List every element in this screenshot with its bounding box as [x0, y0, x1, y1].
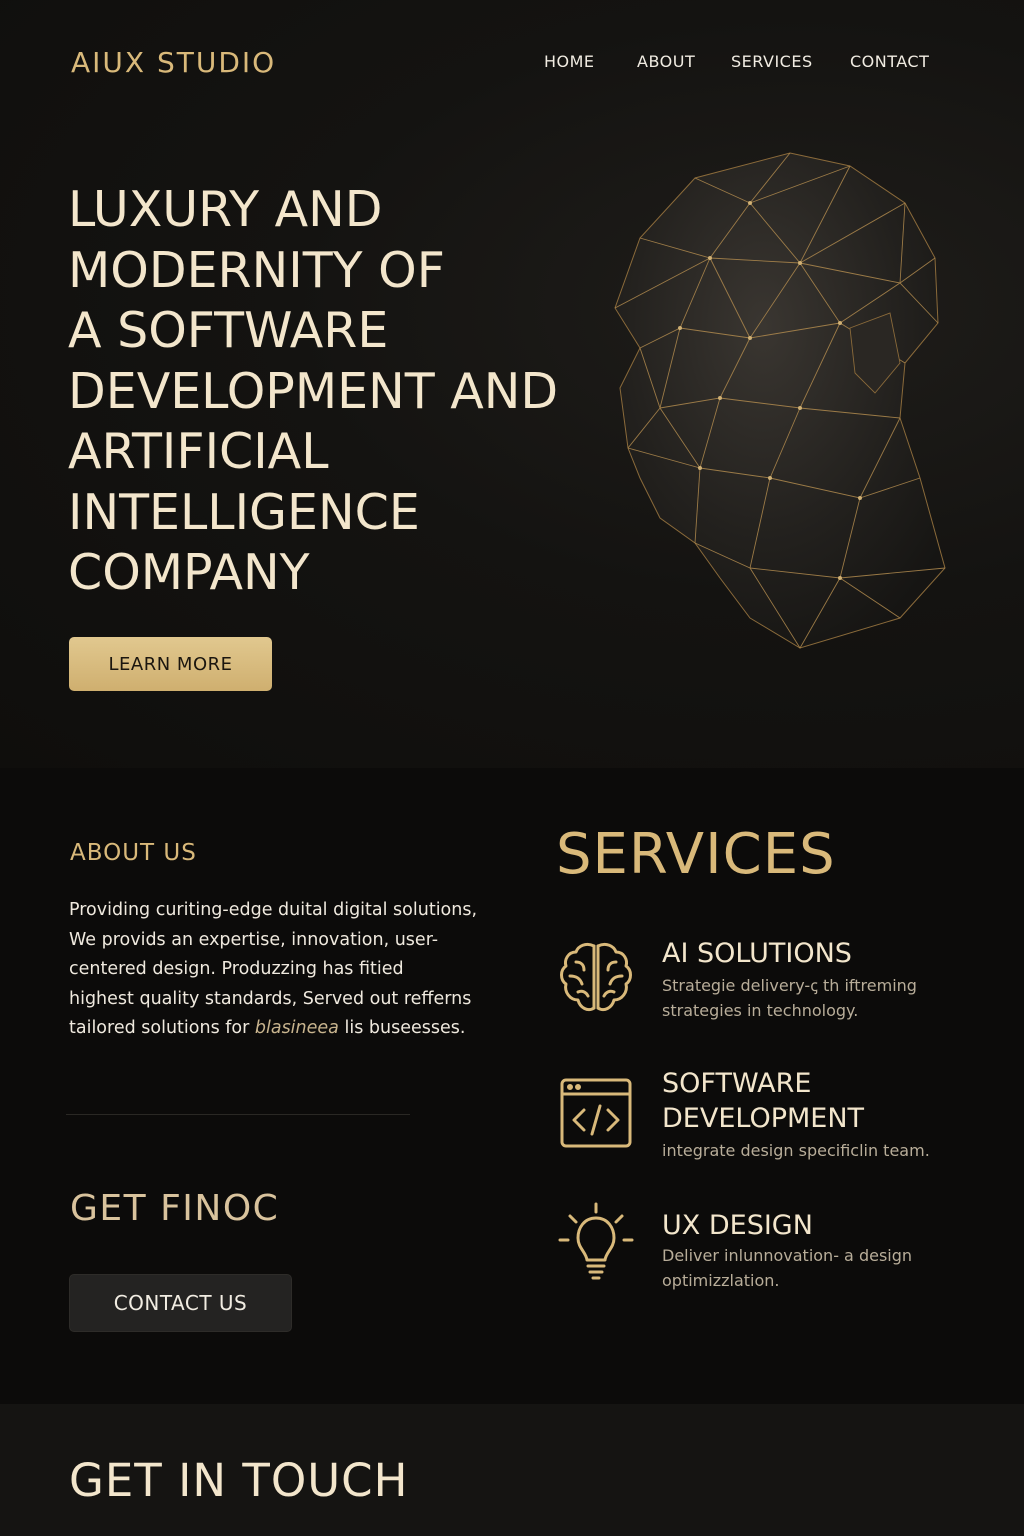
service-desc-line: strategies in technology.	[662, 1001, 859, 1020]
service-title-line: AI SOLUTIONS	[662, 938, 852, 969]
service-desc-line: Strategie delivery-ꞔ th iftreming	[662, 976, 917, 995]
service-ux-design[interactable]: UX DESIGN Deliver inlunnovation- a desig…	[556, 1202, 976, 1298]
service-desc-line: Deliver inlunnovation- a design	[662, 1246, 913, 1265]
main-nav: HOME ABOUT SERVICES CONTACT	[0, 52, 1024, 76]
brain-icon	[560, 942, 632, 1012]
headline-line: MODERNITY OF	[68, 241, 445, 299]
low-poly-head-illustration	[614, 152, 946, 649]
service-description: integrate design specificlin team.	[662, 1138, 962, 1163]
service-title: UX DESIGN	[662, 1208, 982, 1243]
service-title: AI SOLUTIONS	[662, 936, 982, 971]
service-title-line: UX DESIGN	[662, 1210, 813, 1241]
headline-line: ARTIFICIAL	[68, 423, 329, 480]
about-line: Providing curiting-edge duital digital s…	[69, 900, 478, 920]
about-text: Providing curiting-edge duital digital s…	[69, 896, 499, 1044]
learn-more-button[interactable]: LEARN MORE	[69, 637, 272, 691]
about-line: We provids an expertise, innovation, use…	[69, 929, 439, 950]
service-description: Deliver inlunnovation- a design optimizz…	[662, 1243, 962, 1293]
headline-line: LUXURY AND	[68, 181, 383, 238]
nav-services[interactable]: SERVICES	[731, 52, 813, 71]
service-desc-line: optimizzlation.	[662, 1271, 780, 1290]
about-line: tailored solutions for blasineea lis bus…	[69, 1014, 499, 1044]
nav-home[interactable]: HOME	[544, 52, 595, 71]
nav-about[interactable]: ABOUT	[637, 52, 695, 71]
nav-contact[interactable]: CONTACT	[850, 52, 929, 71]
divider	[66, 1114, 410, 1115]
service-desc-line: integrate design specificlin team.	[662, 1141, 930, 1160]
service-title-line: DEVELOPMENT	[662, 1103, 865, 1134]
about-line-start: tailored solutions for	[69, 1018, 255, 1038]
services-title: SERVICES	[556, 822, 836, 887]
service-ai-solutions[interactable]: AI SOLUTIONS Strategie delivery-ꞔ th ift…	[556, 936, 976, 1026]
about-line: centered design. Produzzing has fitied	[69, 959, 404, 979]
headline-line: DEVELOPMENT AND	[68, 362, 559, 420]
hero-headline: LUXURY AND MODERNITY OF A SOFTWARE DEVEL…	[68, 180, 628, 604]
code-window-icon	[560, 1078, 632, 1148]
service-software-development[interactable]: SOFTWARE DEVELOPMENT integrate design sp…	[556, 1066, 976, 1166]
get-in-touch-title: GET IN TOUCH	[69, 1454, 409, 1507]
headline-line: INTELLIGENCE	[68, 483, 420, 541]
service-title-line: SOFTWARE	[662, 1068, 812, 1099]
about-line: highest quality standards, Served out re…	[69, 988, 472, 1009]
contact-us-button[interactable]: CONTACT US	[69, 1274, 292, 1332]
headline-line: COMPANY	[68, 544, 310, 601]
about-italic-word: blasineea	[254, 1018, 339, 1038]
about-line-end: lis buseesses.	[338, 1018, 466, 1038]
service-title: SOFTWARE DEVELOPMENT	[662, 1066, 982, 1136]
headline-line: A SOFTWARE	[68, 302, 389, 359]
cta-title: GET FINOC	[70, 1188, 280, 1229]
service-description: Strategie delivery-ꞔ th iftreming strate…	[662, 973, 962, 1023]
about-title: ABOUT US	[70, 840, 197, 866]
lightbulb-icon	[558, 1202, 634, 1280]
